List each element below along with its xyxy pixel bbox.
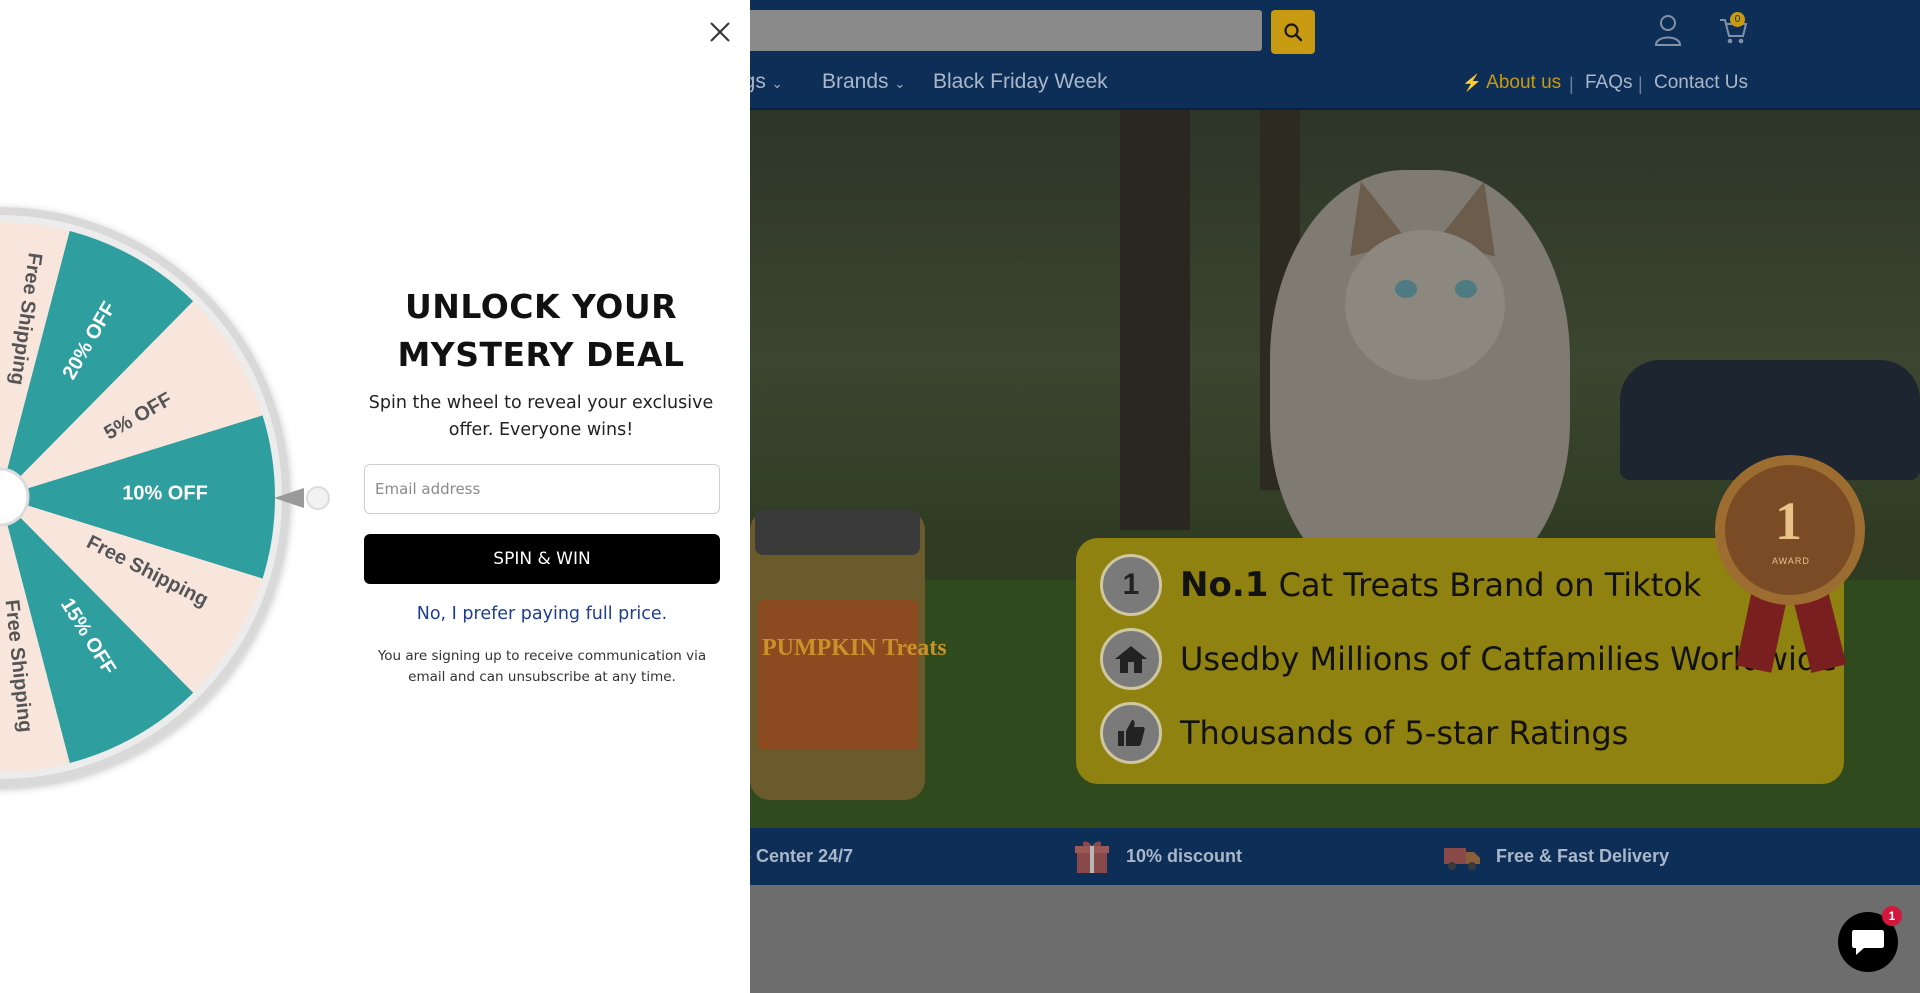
jar-lid bbox=[755, 510, 920, 555]
about-us-label: About us bbox=[1486, 72, 1562, 93]
feature-label: o Center 24/7 bbox=[740, 846, 854, 866]
promo-row-text: Thousands of 5-star Ratings bbox=[1180, 714, 1629, 752]
search-input[interactable] bbox=[700, 10, 1262, 51]
jar-label-text: PUMPKIN Treats bbox=[762, 635, 947, 661]
contact-us-link[interactable]: Contact Us bbox=[1654, 72, 1748, 94]
nav-item-black-friday[interactable]: Black Friday Week bbox=[933, 70, 1108, 94]
disclaimer-text: You are signing up to receive communicat… bbox=[377, 648, 707, 685]
nav-item-label: Brands bbox=[822, 70, 889, 93]
number-one-icon: 1 bbox=[1100, 554, 1162, 616]
nav-item-label: Black Friday Week bbox=[933, 70, 1108, 93]
award-number: 1 bbox=[1775, 491, 1802, 551]
thumbs-up-icon bbox=[1100, 702, 1162, 764]
promo-row-icon-text: 1 bbox=[1122, 568, 1140, 601]
wheel-label: 10% OFF bbox=[122, 482, 208, 504]
search-button[interactable] bbox=[1271, 10, 1315, 54]
feature-bar bbox=[700, 828, 1920, 885]
promo-row: Usedby Millions of Catfamilies Worldwide bbox=[1100, 626, 1837, 692]
spin-win-button[interactable]: SPIN & WIN bbox=[364, 534, 720, 584]
nav-item-brands[interactable]: Brands ⌄ bbox=[822, 70, 905, 94]
house-icon bbox=[1100, 628, 1162, 690]
about-us-link[interactable]: ⚡ About us bbox=[1462, 72, 1561, 94]
decline-link[interactable]: No, I prefer paying full price. bbox=[364, 604, 720, 624]
wheel-pointer-icon bbox=[274, 486, 330, 510]
close-icon[interactable] bbox=[707, 19, 733, 45]
faqs-link[interactable]: FAQs bbox=[1585, 72, 1633, 94]
spin-wheel-popup: Free Shipping 20% OFF 5% OFF 10% OFF Fre… bbox=[0, 0, 750, 993]
promo-row: Thousands of 5-star Ratings bbox=[1100, 700, 1628, 766]
chat-notification-badge: 1 bbox=[1882, 906, 1902, 926]
cat-face bbox=[1345, 230, 1505, 380]
tree-trunk bbox=[1120, 110, 1190, 530]
search-icon bbox=[1284, 23, 1303, 42]
promo-row-label: Cat Treats Brand on Tiktok bbox=[1268, 566, 1702, 604]
promo-row: 1 No.1 Cat Treats Brand on Tiktok bbox=[1100, 552, 1701, 618]
prize-wheel: Free Shipping 20% OFF 5% OFF 10% OFF Fre… bbox=[0, 207, 290, 787]
chat-icon bbox=[1852, 930, 1884, 955]
nav-separator: | bbox=[1638, 74, 1643, 94]
award-text: AWARD bbox=[1772, 556, 1810, 566]
cart-count-badge: 0 bbox=[1730, 12, 1745, 27]
chevron-down-icon: ⌄ bbox=[894, 76, 906, 91]
promo-row-text: No.1 Cat Treats Brand on Tiktok bbox=[1180, 565, 1701, 605]
nav-separator: | bbox=[1569, 74, 1574, 94]
promo-row-bold: No.1 bbox=[1180, 565, 1269, 605]
hero-banner[interactable]: PUMPKIN Treats 1 No.1 Cat Treats Brand o… bbox=[700, 110, 1920, 828]
email-field[interactable] bbox=[364, 464, 720, 514]
cat-eye bbox=[1455, 280, 1477, 298]
cat-eye bbox=[1395, 280, 1417, 298]
popup-title: UNLOCK YOUR MYSTERY DEAL bbox=[397, 287, 685, 374]
feature-label: 10% discount bbox=[1126, 845, 1243, 866]
page-lower-section bbox=[700, 885, 1920, 993]
popup-subtitle: Spin the wheel to reveal your exclusive … bbox=[368, 393, 714, 440]
feature-support: o Center 24/7 bbox=[740, 846, 853, 867]
feature-label: Free & Fast Delivery bbox=[1496, 845, 1670, 866]
feature-discount: 10% discount bbox=[1072, 836, 1242, 876]
gift-icon bbox=[1075, 841, 1109, 873]
user-icon[interactable] bbox=[1654, 14, 1682, 46]
jar-label bbox=[758, 600, 918, 750]
chevron-down-icon: ⌄ bbox=[771, 76, 783, 91]
feature-delivery: Free & Fast Delivery bbox=[1442, 836, 1669, 876]
bolt-icon: ⚡ bbox=[1462, 75, 1482, 92]
truck-icon bbox=[1444, 848, 1480, 870]
